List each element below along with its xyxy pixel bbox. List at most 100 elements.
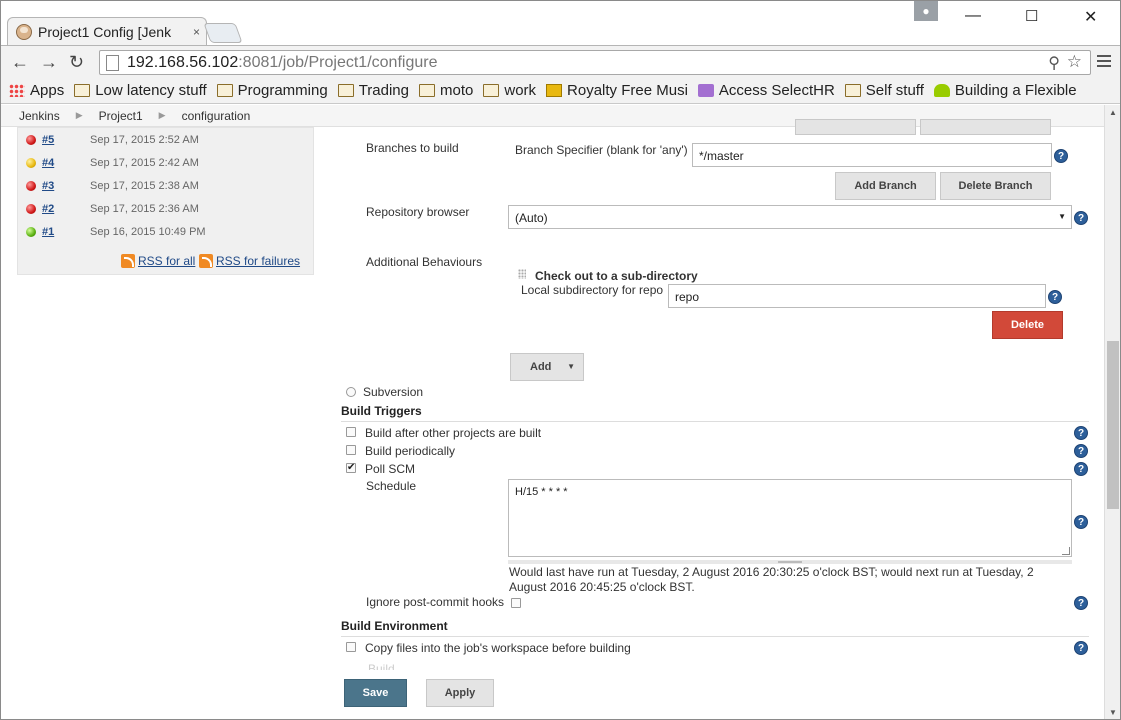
- breadcrumb-separator-icon: ▶: [158, 110, 166, 120]
- copy-files-checkbox[interactable]: [346, 642, 356, 652]
- textarea-resize-bar[interactable]: [508, 560, 1072, 564]
- bookmark-star-icon[interactable]: ☆: [1067, 52, 1082, 72]
- bookmark-label: Low latency stuff: [95, 82, 207, 99]
- browser-toolbar: ← → ↻ 192.168.56.102 :8081/job/Project1/…: [1, 45, 1120, 78]
- help-icon[interactable]: ?: [1074, 211, 1088, 225]
- build-date: Sep 17, 2015 2:38 AM: [90, 179, 199, 192]
- build-number-link[interactable]: #3: [42, 180, 90, 192]
- bookmark-label: Access SelectHR: [718, 82, 835, 99]
- repo-browser-select[interactable]: (Auto) ▼: [508, 205, 1072, 229]
- address-bar[interactable]: 192.168.56.102 :8081/job/Project1/config…: [99, 50, 1091, 75]
- build-number-link[interactable]: #5: [42, 134, 90, 146]
- vertical-scrollbar[interactable]: ▲ ▼: [1104, 105, 1120, 719]
- build-history-panel: RSS for all RSS for failures #5 Sep 17, 2…: [17, 127, 314, 275]
- add-behaviour-button[interactable]: Add ▼: [510, 353, 584, 381]
- poll-scm-label: Poll SCM: [365, 462, 416, 476]
- scroll-up-icon[interactable]: ▲: [1109, 108, 1117, 117]
- cutoff-button[interactable]: [795, 119, 916, 135]
- save-button[interactable]: Save: [344, 679, 407, 707]
- browser-menu-icon[interactable]: [1097, 53, 1111, 67]
- local-subdir-input[interactable]: repo: [668, 284, 1046, 308]
- ignore-hooks-checkbox[interactable]: [511, 598, 521, 608]
- add-branch-button[interactable]: Add Branch: [835, 172, 936, 200]
- build-environment-header: Build Environment: [341, 619, 1089, 637]
- bookmark-item[interactable]: Trading: [337, 82, 409, 99]
- help-icon[interactable]: ?: [1074, 596, 1088, 610]
- help-icon[interactable]: ?: [1074, 444, 1088, 458]
- apply-button[interactable]: Apply: [426, 679, 494, 707]
- folder-icon: [216, 84, 233, 97]
- bookmark-item[interactable]: Building a Flexible: [933, 82, 1077, 99]
- forward-button[interactable]: →: [40, 52, 58, 73]
- build-status-ball-icon: [26, 157, 36, 168]
- rss-failures-link[interactable]: RSS for failures: [199, 254, 300, 268]
- bookmark-item[interactable]: Self stuff: [844, 82, 924, 99]
- build-number-link[interactable]: #4: [42, 157, 90, 169]
- back-button[interactable]: ←: [11, 52, 29, 73]
- subversion-radio[interactable]: [346, 387, 356, 397]
- url-host: 192.168.56.102: [127, 53, 239, 71]
- play-icon: [546, 84, 563, 97]
- breadcrumb-jenkins[interactable]: Jenkins: [19, 109, 60, 123]
- copy-files-label: Copy files into the job's workspace befo…: [365, 641, 631, 655]
- tab-close-icon[interactable]: ×: [193, 25, 200, 39]
- bookmark-item[interactable]: Access SelectHR: [697, 82, 835, 99]
- zoom-icon[interactable]: ⚲: [1048, 53, 1060, 73]
- bookmark-item[interactable]: Low latency stuff: [74, 82, 207, 99]
- schedule-textarea[interactable]: H/15 * * * *: [508, 479, 1072, 557]
- close-window-button[interactable]: ✕: [1084, 7, 1097, 27]
- delete-branch-button[interactable]: Delete Branch: [940, 172, 1051, 200]
- new-tab-button[interactable]: [203, 23, 243, 43]
- checkout-subdir-title: Check out to a sub-directory: [535, 269, 698, 283]
- build-history-row: #4 Sep 17, 2015 2:42 AM: [18, 151, 313, 174]
- drag-handle-icon[interactable]: [518, 269, 526, 279]
- build-number-link[interactable]: #1: [42, 226, 90, 238]
- build-status-ball-icon: [26, 226, 36, 237]
- help-icon[interactable]: ?: [1048, 290, 1062, 304]
- bookmark-item[interactable]: Royalty Free Musi: [546, 82, 688, 99]
- poll-scm-checkbox[interactable]: ✔: [346, 463, 356, 473]
- build-date: Sep 17, 2015 2:42 AM: [90, 156, 199, 169]
- schedule-label: Schedule: [366, 479, 417, 493]
- help-icon[interactable]: ?: [1054, 149, 1068, 163]
- selecthr-icon: [697, 84, 714, 97]
- additional-behaviours-label: Additional Behaviours: [366, 255, 483, 269]
- bookmark-item[interactable]: work: [483, 82, 536, 99]
- help-icon[interactable]: ?: [1074, 641, 1088, 655]
- build-periodically-checkbox[interactable]: [346, 445, 356, 455]
- cutoff-button[interactable]: [920, 119, 1051, 135]
- build-number-link[interactable]: #2: [42, 203, 90, 215]
- title-bar: Project1 Config [Jenk × ● — ☐ ✕: [1, 1, 1120, 46]
- minimize-button[interactable]: —: [965, 7, 981, 25]
- build-date: Sep 16, 2015 10:49 PM: [90, 225, 206, 238]
- bookmarks-bar: Apps Low latency stuff Programming Trading m…: [1, 78, 1120, 104]
- person-icon[interactable]: ●: [914, 1, 938, 21]
- bookmark-item[interactable]: moto: [419, 82, 473, 99]
- build-status-ball-icon: [26, 134, 36, 145]
- maximize-button[interactable]: ☐: [1025, 7, 1038, 25]
- bookmark-item[interactable]: Apps: [9, 82, 64, 99]
- reload-button[interactable]: ↻: [69, 52, 84, 73]
- schedule-info-line1: Would last have run at Tuesday, 2 August…: [509, 565, 1034, 579]
- browser-tab[interactable]: Project1 Config [Jenk ×: [7, 17, 207, 46]
- caret-down-icon: ▼: [567, 362, 575, 371]
- bookmark-item[interactable]: Programming: [216, 82, 328, 99]
- branch-specifier-input[interactable]: */master: [692, 143, 1052, 167]
- resize-grip-icon[interactable]: [1062, 547, 1070, 555]
- breadcrumb-configuration[interactable]: configuration: [182, 109, 251, 123]
- help-icon[interactable]: ?: [1074, 462, 1088, 476]
- rss-all-link[interactable]: RSS for all: [121, 254, 195, 268]
- tab-title: Project1 Config [Jenk: [38, 24, 172, 40]
- branch-specifier-label: Branch Specifier (blank for 'any'): [515, 143, 688, 157]
- bookmark-label: Programming: [237, 82, 328, 99]
- page-viewport: Jenkins ▶ Project1 ▶ configuration RSS f…: [1, 105, 1104, 719]
- folder-icon: [419, 84, 435, 97]
- scroll-down-icon[interactable]: ▼: [1109, 708, 1117, 717]
- breadcrumb-project1[interactable]: Project1: [99, 109, 143, 123]
- delete-behaviour-button[interactable]: Delete: [992, 311, 1063, 339]
- build-after-other-checkbox[interactable]: [346, 427, 356, 437]
- scrollbar-thumb[interactable]: [1107, 341, 1119, 509]
- branches-label: Branches to build: [366, 141, 459, 155]
- help-icon[interactable]: ?: [1074, 426, 1088, 440]
- help-icon[interactable]: ?: [1074, 515, 1088, 529]
